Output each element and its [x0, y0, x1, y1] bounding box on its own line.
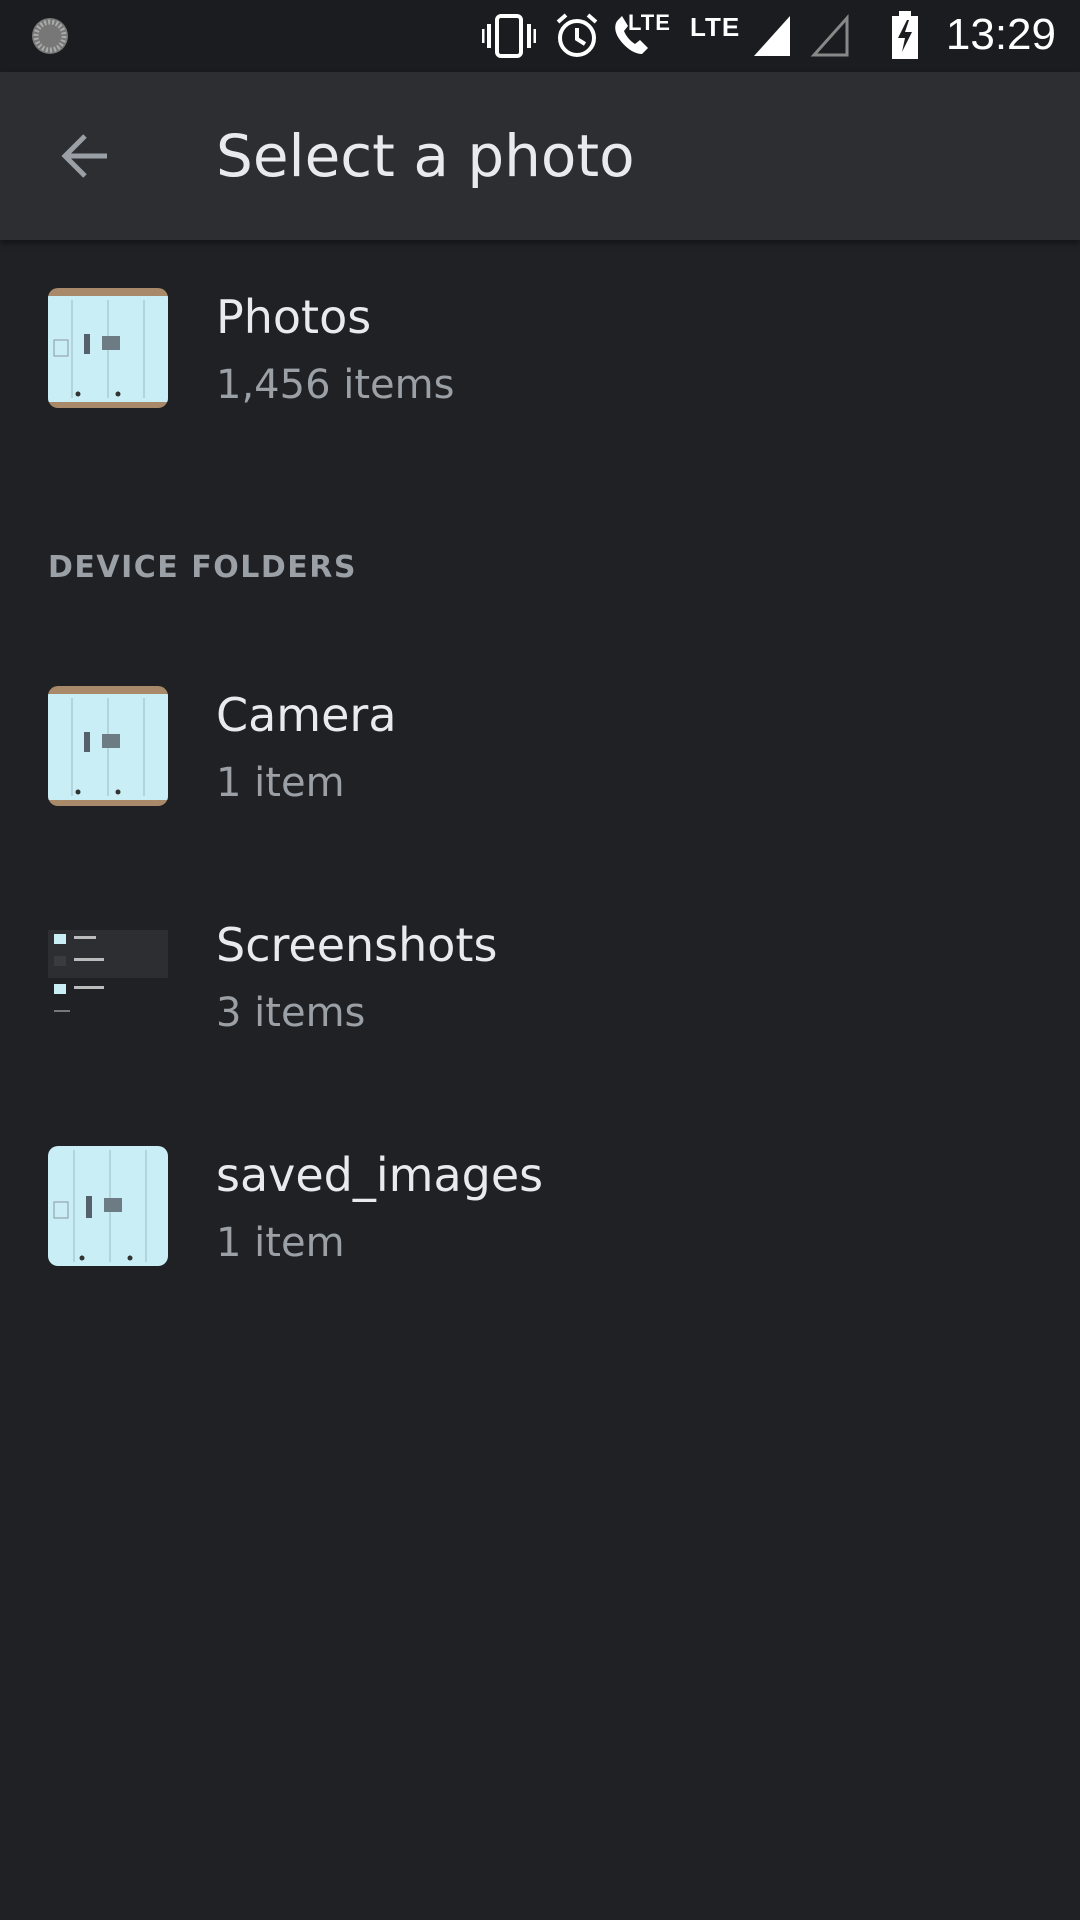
folder-name: Camera [216, 688, 397, 742]
battery-charging-icon [892, 11, 918, 59]
arrow-back-icon [61, 134, 107, 178]
album-name: Photos [216, 290, 372, 344]
call-lte-label: LTE [628, 10, 671, 35]
folder-name: saved_images [216, 1148, 544, 1202]
folder-name: Screenshots [216, 918, 498, 972]
section-header-device-folders: DEVICE FOLDERS [48, 550, 357, 585]
folder-row-camera[interactable]: Camera 1 item [0, 638, 1080, 838]
folder-thumbnail-camera [48, 686, 168, 806]
status-bar: LTE LTE 13:29 [0, 0, 1080, 72]
signal-full-icon [754, 16, 790, 56]
folder-count: 1 item [216, 760, 345, 806]
loading-circle-icon [32, 18, 68, 54]
album-thumbnail-photos [48, 288, 168, 408]
back-button[interactable] [40, 116, 130, 196]
status-time: 13:29 [945, 10, 1056, 59]
signal-empty-icon [810, 14, 849, 57]
folder-count: 1 item [216, 1220, 345, 1266]
vibrate-icon [482, 14, 536, 58]
folder-thumbnail-screenshots [48, 916, 168, 1036]
folder-row-saved-images[interactable]: saved_images 1 item [0, 1098, 1080, 1298]
album-row-photos[interactable]: Photos 1,456 items [0, 240, 1080, 440]
lte-label: LTE [690, 12, 741, 42]
folder-count: 3 items [216, 990, 366, 1036]
alarm-icon [556, 13, 598, 57]
album-count: 1,456 items [216, 362, 455, 408]
page-title: Select a photo [216, 122, 635, 190]
app-bar: Select a photo [0, 72, 1080, 240]
folder-thumbnail-saved-images [48, 1146, 168, 1266]
folder-row-screenshots[interactable]: Screenshots 3 items [0, 868, 1080, 1068]
